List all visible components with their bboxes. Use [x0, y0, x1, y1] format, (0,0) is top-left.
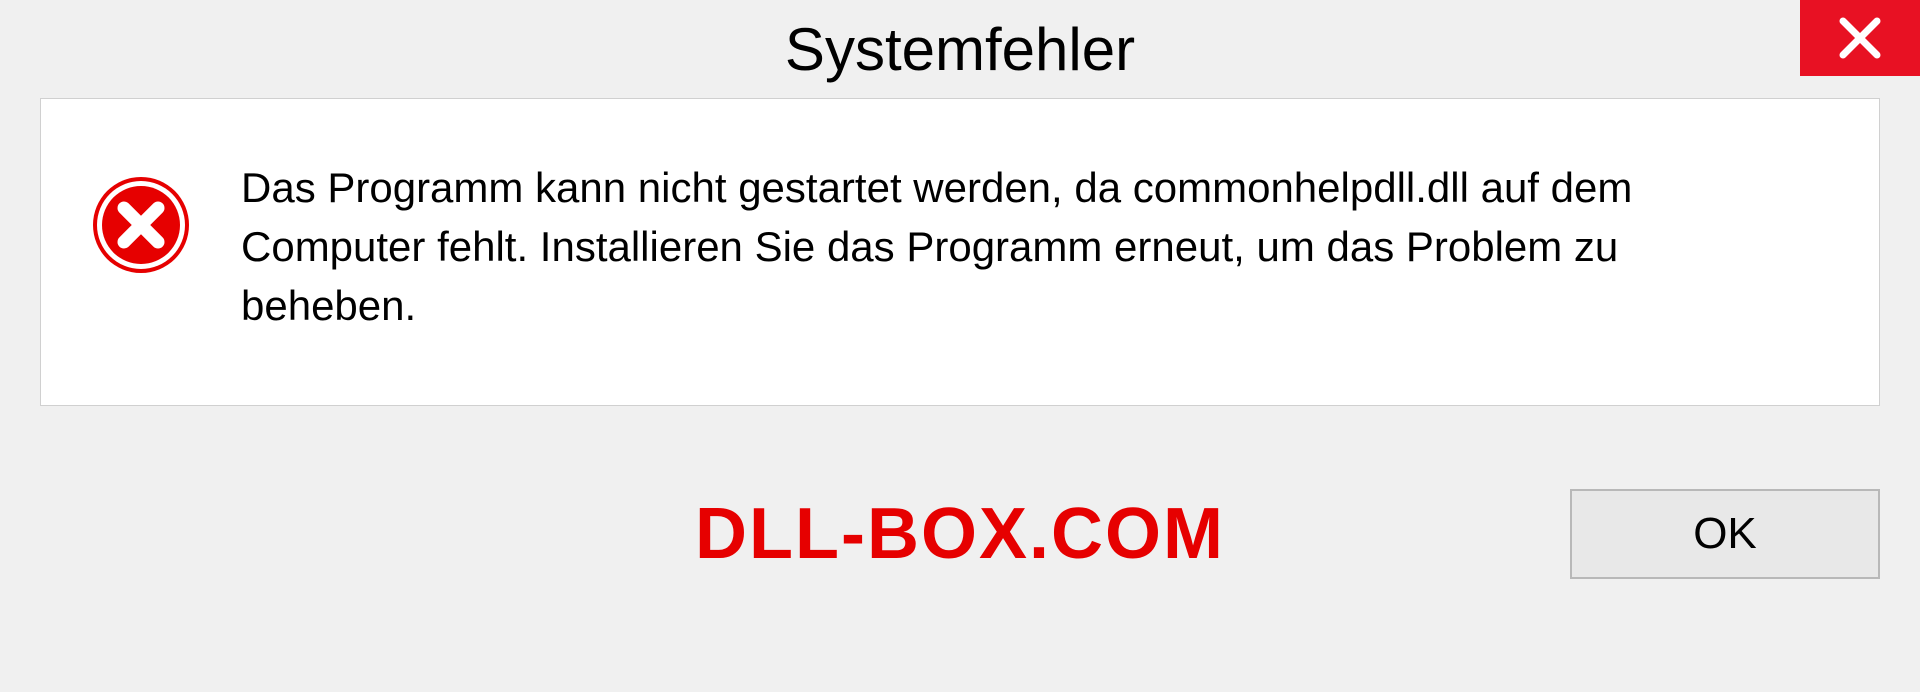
ok-button[interactable]: OK: [1570, 489, 1880, 579]
close-button[interactable]: [1800, 0, 1920, 76]
content-area: Das Programm kann nicht gestartet werden…: [40, 98, 1880, 406]
error-icon-wrapper: [91, 159, 191, 280]
close-icon: [1837, 15, 1883, 61]
dialog-title: Systemfehler: [785, 15, 1135, 84]
watermark-text: DLL-BOX.COM: [695, 493, 1225, 575]
title-bar: Systemfehler: [0, 0, 1920, 98]
error-icon: [91, 175, 191, 275]
footer-area: DLL-BOX.COM OK: [0, 406, 1920, 692]
error-message: Das Programm kann nicht gestartet werden…: [241, 159, 1829, 335]
error-dialog: Systemfehler Das Programm kann nicht ges…: [0, 0, 1920, 692]
